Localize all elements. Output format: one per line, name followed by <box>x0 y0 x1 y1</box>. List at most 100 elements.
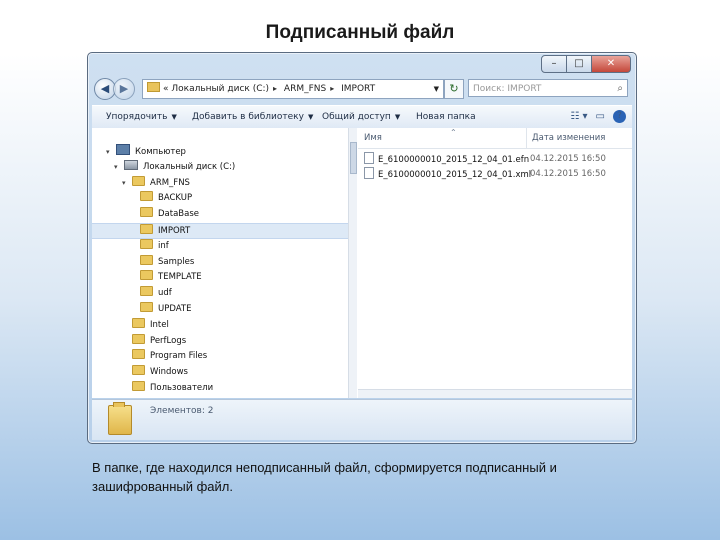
folder-icon <box>132 333 145 344</box>
file-name: E_6100000010_2015_12_04_01.xml <box>378 170 532 180</box>
tree-item[interactable]: ▾ ARM_FNS <box>122 175 190 190</box>
chevron-right-icon: ▸ <box>273 84 278 93</box>
tree-item-label: DataBase <box>158 209 199 220</box>
breadcrumb-arm-fns[interactable]: ARM_FNS <box>284 84 326 94</box>
breadcrumb-drive[interactable]: Локальный диск (C:) <box>171 84 269 94</box>
organize-button[interactable]: Упорядочить ▼ <box>106 106 177 128</box>
view-options-icon[interactable]: ☷ ▾ <box>570 106 587 128</box>
folder-icon <box>140 238 153 249</box>
chevron-down-icon: ▼ <box>394 113 401 121</box>
tree-item-label: TEMPLATE <box>158 272 202 283</box>
folder-icon <box>140 270 153 281</box>
forward-button[interactable]: ▶ <box>113 78 135 100</box>
tree-item[interactable]: udf <box>130 286 172 300</box>
computer-icon <box>116 144 130 155</box>
tree-item[interactable]: ▾ Компьютер <box>106 144 186 158</box>
file-name-cell: E_6100000010_2015_12_04_01.xml <box>364 167 531 182</box>
chevron-down-icon[interactable]: ▼ <box>434 80 439 98</box>
caption-buttons: – □ ✕ <box>541 55 631 73</box>
tree-item-label: Intel <box>150 319 169 330</box>
new-folder-button[interactable]: Новая папка <box>416 106 476 128</box>
folder-icon <box>132 365 145 376</box>
search-input[interactable]: Поиск: IMPORT ⌕ <box>468 79 628 97</box>
folder-icon <box>132 317 145 328</box>
tree-item-label: IMPORT <box>158 226 191 236</box>
tree-item[interactable]: Intel <box>122 317 169 332</box>
expand-icon[interactable]: ▾ <box>122 176 130 190</box>
tree-item-label: Компьютер <box>135 147 186 157</box>
file-list: ⌃ Имя Дата изменения E_6100000010_2015_1… <box>358 128 632 398</box>
tree-item[interactable]: inf <box>130 238 169 253</box>
column-name[interactable]: Имя <box>364 128 382 148</box>
sort-indicator-icon: ⌃ <box>450 128 457 137</box>
nav-buttons: ◀ ▶ <box>94 78 135 100</box>
preview-pane-icon[interactable]: ▭ <box>596 106 605 128</box>
navigation-pane: ▾ Компьютер ▾ Локальный диск (C:) ▾ ARM_FNS BA… <box>92 128 349 398</box>
scrollbar-thumb[interactable] <box>350 142 357 174</box>
folder-icon <box>140 286 153 297</box>
folder-icon <box>140 254 153 265</box>
tree-item[interactable]: BACKUP <box>130 191 192 205</box>
breadcrumb-import[interactable]: IMPORT <box>341 84 375 94</box>
address-bar[interactable]: « Локальный диск (C:) ▸ ARM_FNS ▸ IMPORT ▼ <box>142 79 444 99</box>
expand-icon[interactable]: ▾ <box>114 160 122 174</box>
details-pane: Элементов: 2 <box>92 399 632 440</box>
tree-item[interactable]: UPDATE <box>130 302 191 316</box>
close-button[interactable]: ✕ <box>591 55 631 73</box>
folder-icon <box>147 82 160 92</box>
drive-icon <box>124 159 138 170</box>
tree-item-label: UPDATE <box>158 304 192 314</box>
folder-icon <box>140 191 153 202</box>
address-prefix: « <box>163 84 169 94</box>
tree-item[interactable]: Windows <box>122 365 188 379</box>
minimize-button[interactable]: – <box>541 55 567 73</box>
tree-item[interactable]: Program Files <box>122 349 207 363</box>
tree-item-label: Program Files <box>150 351 208 362</box>
address-row: ◀ ▶ « Локальный диск (C:) ▸ ARM_FNS ▸ IMPO… <box>92 77 632 101</box>
expand-icon[interactable]: ▾ <box>106 145 114 159</box>
share-button[interactable]: Общий доступ ▼ <box>322 106 400 128</box>
tree-item-label: Windows <box>150 367 188 378</box>
refresh-button[interactable]: ↻ <box>444 79 464 99</box>
tree-item[interactable]: ▾ Локальный диск (C:) <box>114 159 236 174</box>
tree-item-label: BACKUP <box>158 193 193 204</box>
file-row[interactable]: E_6100000010_2015_12_04_01.xml 04.12.2015… <box>358 167 632 181</box>
explorer-window: – □ ✕ ◀ ▶ « Локальный диск (C:) ▸ ARM_FNS… <box>87 52 637 444</box>
add-to-library-button[interactable]: Добавить в библиотеку ▼ <box>192 106 313 128</box>
folder-icon <box>132 381 145 391</box>
file-icon <box>364 167 374 179</box>
tree-item-label: ARM_FNS <box>150 177 190 188</box>
tree-item[interactable]: Samples <box>130 254 195 269</box>
tree-item[interactable]: DataBase <box>130 207 199 221</box>
file-row[interactable]: E_6100000010_2015_12_04_01.efn 04.12.2015… <box>358 152 632 166</box>
tree-item-label: Samples <box>158 256 195 267</box>
tree-item-label: inf <box>158 240 169 251</box>
search-placeholder: Поиск: IMPORT <box>473 84 542 94</box>
view-controls: ☷ ▾ ▭ ? <box>570 106 626 128</box>
file-list-scrollbar[interactable] <box>358 389 632 398</box>
maximize-button[interactable]: □ <box>566 55 592 73</box>
column-date-modified[interactable]: Дата изменения <box>526 128 605 148</box>
item-count: Элементов: 2 <box>150 406 214 416</box>
folder-icon <box>132 175 145 186</box>
folder-icon <box>132 349 145 360</box>
tree-item-label: udf <box>158 288 172 299</box>
tree-item[interactable]: TEMPLATE <box>130 270 202 284</box>
folder-icon <box>140 224 153 234</box>
tree-item[interactable]: IMPORT <box>92 223 348 239</box>
slide-caption: В папке, где находился неподписанный фай… <box>92 460 557 494</box>
file-name: E_6100000010_2015_12_04_01.efn <box>378 155 530 165</box>
navigation-scrollbar[interactable] <box>348 128 357 398</box>
search-icon: ⌕ <box>617 83 623 94</box>
command-bar: Упорядочить ▼ Добавить в библиотеку ▼ Общи… <box>92 105 632 129</box>
tree-item[interactable]: PerfLogs <box>122 333 187 348</box>
tree-item-label: Локальный диск (C:) <box>143 161 236 172</box>
share-label: Общий доступ <box>322 112 391 122</box>
folder-icon <box>140 302 153 312</box>
tree-item-label: PerfLogs <box>150 335 187 346</box>
help-icon[interactable]: ? <box>613 110 626 123</box>
add-to-library-label: Добавить в библиотеку <box>192 112 304 122</box>
chevron-right-icon: ▸ <box>330 84 335 93</box>
tree-item[interactable]: Пользователи <box>122 381 213 395</box>
slide-title: Подписанный файл <box>265 22 455 43</box>
